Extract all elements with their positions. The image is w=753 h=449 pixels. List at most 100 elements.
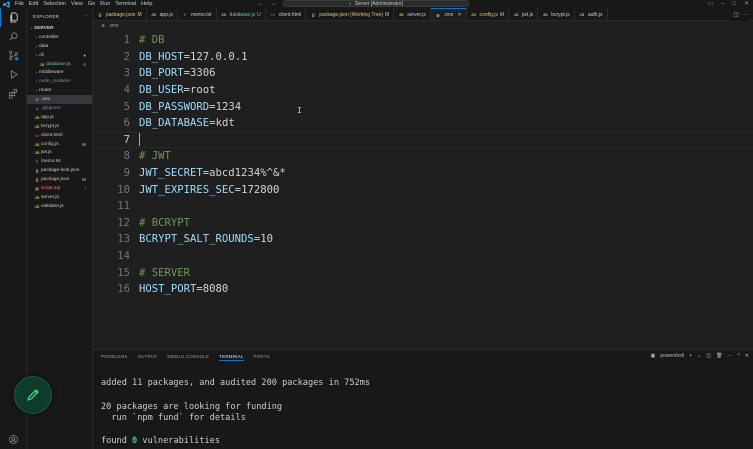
tree-file[interactable]: <> client.html (27, 131, 92, 140)
editor-tab[interactable]: JS auth.js (575, 8, 608, 20)
tree-file[interactable]: JS app.js (27, 113, 92, 122)
tree-folder[interactable]: ⌄ db ● (27, 51, 92, 60)
tree-file[interactable]: JS bcrypt.js (27, 122, 92, 131)
floating-pencil-button[interactable] (14, 376, 52, 414)
tree-folder[interactable]: › controller (27, 33, 92, 42)
panel-tab-debug-console[interactable]: DEBUG CONSOLE (167, 354, 209, 361)
account-icon[interactable] (0, 430, 27, 449)
source-control-icon[interactable] (0, 46, 27, 65)
breadcrumb-item[interactable]: .env (109, 23, 118, 29)
tree-folder[interactable]: ⌄ SERVER (27, 24, 92, 33)
editor-tab[interactable]: JS server.js (394, 8, 431, 20)
editor-tab[interactable]: JS bcrypt.js (538, 8, 575, 20)
more-actions-icon[interactable]: ··· (83, 13, 88, 19)
tree-file[interactable]: JS jwt.js (27, 148, 92, 157)
terminal-name[interactable]: powershell (660, 353, 684, 359)
tree-file[interactable]: JS config.js M (27, 140, 92, 149)
tree-file[interactable]: ⚙ .env (27, 95, 92, 105)
editor-tab[interactable]: <> client.html (266, 8, 307, 20)
more-actions-icon[interactable]: ··· (743, 12, 749, 18)
trash-icon[interactable]: 🗑 (716, 353, 722, 359)
panel-tab-terminal[interactable]: TERMINAL (219, 354, 244, 361)
tree-folder[interactable]: › middleware (27, 68, 92, 77)
panel-tab-ports[interactable]: PORTS (254, 354, 270, 361)
code-line[interactable]: 5 DB_PASSWORD=1234 (93, 98, 753, 115)
code-line[interactable]: 10 JWT_EXPIRES_SEC=172800 (93, 181, 753, 198)
search-icon[interactable] (0, 27, 27, 46)
code-line[interactable]: 13 BCRYPT_SALT_ROUNDS=10 (93, 231, 753, 248)
forward-arrow-icon[interactable]: → (271, 0, 277, 8)
tree-folder[interactable]: › router (27, 86, 92, 95)
back-arrow-icon[interactable]: ← (258, 0, 264, 8)
tree-file[interactable]: ▤ script.sql! (27, 184, 92, 193)
menu-item-edit[interactable]: Edit (29, 1, 38, 7)
code-line[interactable]: 8 # JWT (93, 148, 753, 165)
editor-tab[interactable]: ⚙ .env ✕ (430, 8, 467, 20)
tree-folder[interactable]: › node_modules (27, 77, 92, 86)
tree-label: .gitignore (41, 105, 61, 111)
code-line[interactable]: 7 (93, 131, 753, 149)
editor-tab[interactable]: ≡ memo.txt (178, 8, 217, 20)
editor-tab[interactable]: JS database.js U (217, 8, 266, 20)
code-line[interactable]: 12 # BCRYPT (93, 215, 753, 232)
menu-item-go[interactable]: Go (88, 1, 95, 7)
split-editor-icon[interactable]: ◫ (733, 11, 739, 18)
code-line[interactable]: 4 DB_USER=root (93, 82, 753, 99)
maximize-button[interactable]: □ (732, 0, 736, 8)
tree-file[interactable]: ≡ memo.txt (27, 157, 92, 166)
tree-label: memo.txt (41, 159, 61, 165)
layout-icon[interactable]: ▭ (707, 0, 713, 8)
code-line[interactable]: 16 HOST_PORT=8080 (93, 281, 753, 298)
chevron-down-icon[interactable]: ⌄ (697, 353, 701, 359)
more-actions-icon[interactable]: ··· (727, 353, 732, 359)
code-line[interactable]: 9 JWT_SECRET=abcd1234%^&* (93, 165, 753, 182)
breadcrumb: ⚙ .env (100, 23, 118, 29)
split-terminal-icon[interactable]: ◫ (706, 353, 711, 359)
run-debug-icon[interactable] (0, 65, 27, 84)
editor-tab[interactable]: {} package.json (Working Tree) M (306, 8, 395, 20)
tree-file[interactable]: JS validator.js (27, 202, 92, 211)
menu-item-file[interactable]: File (15, 1, 24, 7)
menu-item-run[interactable]: Run (100, 1, 110, 7)
explorer-icon[interactable] (0, 8, 27, 27)
panel-tab-problems[interactable]: PROBLEMS (101, 354, 128, 361)
code-line[interactable]: 1 # DB (93, 32, 753, 49)
menu-item-view[interactable]: View (71, 1, 83, 7)
code-line[interactable]: 14 (93, 248, 753, 265)
tree-file[interactable]: ◆ .gitignore (27, 104, 92, 113)
new-terminal-icon[interactable]: + (689, 353, 692, 359)
code-line[interactable]: 6 DB_DATABASE=kdt (93, 115, 753, 132)
tree-label: app.js (41, 114, 54, 120)
code-line[interactable]: 11 (93, 198, 753, 215)
menu-item-help[interactable]: Help (141, 1, 152, 7)
minimize-button[interactable]: – (721, 0, 724, 8)
editor-tab[interactable]: JS config.js M (467, 8, 510, 20)
tree-folder[interactable]: › data (27, 42, 92, 51)
terminal-line: 20 packages are looking for funding (101, 402, 283, 412)
tree-file[interactable]: JS database.js U (27, 60, 92, 69)
panel-tab-output[interactable]: OUTPUT (138, 354, 158, 361)
code-text: DB_PORT=3306 (139, 67, 216, 79)
editor-tab[interactable]: {} package.json M (93, 8, 147, 20)
env-value-token: 1234 (215, 100, 242, 113)
code-line[interactable]: 15 # SERVER (93, 264, 753, 281)
menu-item-selection[interactable]: Selection (43, 1, 66, 7)
tree-file[interactable]: {} package-lock.json (27, 166, 92, 175)
close-tab-icon[interactable]: ✕ (457, 12, 461, 18)
code-line[interactable]: 2 DB_HOST=127.0.0.1 (93, 49, 753, 66)
tree-label: SERVER (34, 25, 54, 31)
editor-tab[interactable]: JS jwt.js (509, 8, 539, 20)
menu-item-terminal[interactable]: Terminal (115, 1, 136, 7)
command-center-search[interactable]: ⌕ Server [Administrator] (283, 0, 469, 7)
tree-file[interactable]: {} package.json M (27, 175, 92, 184)
maximize-panel-icon[interactable]: ^ (737, 353, 739, 359)
code-line[interactable]: 3 DB_PORT=3306 (93, 65, 753, 82)
close-panel-icon[interactable]: ✕ (745, 353, 749, 359)
close-window-button[interactable]: ✕ (744, 0, 749, 8)
txt-file-icon: ≡ (35, 159, 39, 165)
env-file-icon: ⚙ (35, 97, 39, 103)
editor-tab[interactable]: JS app.js (147, 8, 178, 20)
tree-file[interactable]: JS server.js (27, 193, 92, 202)
extensions-icon[interactable] (0, 84, 27, 103)
code-editor[interactable]: I 1 # DB 2 DB_HOST=127.0.0.1 3 DB_PORT=3306 4 D… (93, 31, 753, 349)
